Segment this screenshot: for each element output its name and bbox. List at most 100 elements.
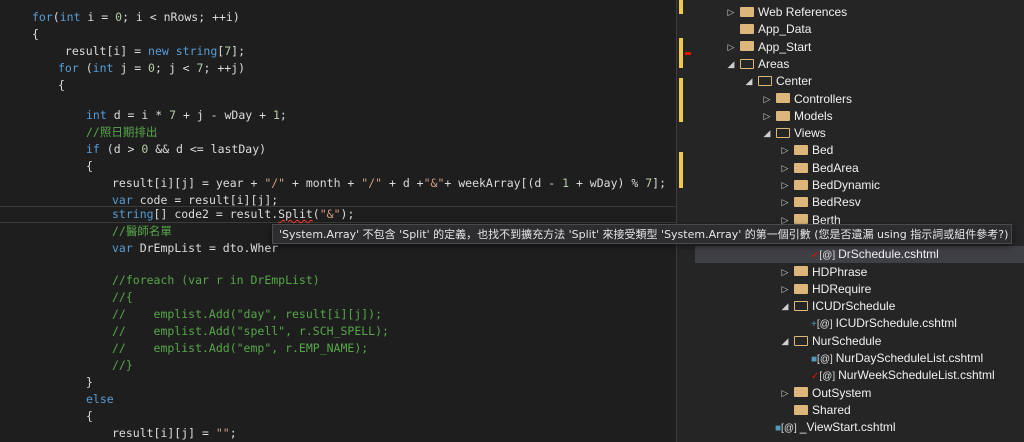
tree-node[interactable]: ▷ HDRequire bbox=[779, 281, 872, 298]
code-token: string bbox=[175, 44, 218, 58]
tree-node[interactable]: App_Data bbox=[725, 21, 811, 38]
tree-node[interactable]: ■[@] NurDayScheduleList.cshtml bbox=[797, 350, 983, 367]
tree-node-label: Views bbox=[794, 126, 826, 141]
scroll-marker bbox=[679, 78, 683, 122]
code-line[interactable]: else bbox=[0, 391, 676, 408]
code-line[interactable]: result[i][j] = ""; bbox=[0, 425, 676, 442]
folder-icon bbox=[776, 110, 790, 121]
code-token: { bbox=[86, 409, 93, 423]
code-line[interactable]: { bbox=[0, 26, 676, 43]
tree-node[interactable]: ◢ NurSchedule bbox=[779, 333, 882, 350]
code-token: //照日期排出 bbox=[86, 125, 158, 139]
code-token: 7 bbox=[169, 108, 177, 122]
tree-node-label: Areas bbox=[758, 56, 790, 71]
tree-node-label: Shared bbox=[812, 402, 851, 417]
code-token: result[i][j] = bbox=[112, 426, 216, 440]
tree-node[interactable]: ✓[@] DrSchedule.cshtml bbox=[695, 246, 1024, 264]
folder-icon bbox=[794, 162, 808, 173]
collapse-arrow-icon[interactable]: ▷ bbox=[779, 142, 791, 159]
code-line[interactable]: string[] code2 = result.Split("&"); bbox=[0, 206, 676, 223]
code-line[interactable]: } bbox=[0, 374, 676, 391]
tree-node[interactable]: ▷ BedResv bbox=[779, 194, 861, 211]
code-editor[interactable]: for(int i = 0; i < nRows; ++i){ result[i… bbox=[0, 0, 676, 442]
code-token: 0 bbox=[148, 61, 155, 75]
code-line[interactable]: //} bbox=[0, 357, 676, 374]
code-line[interactable]: int d = i * 7 + j - wDay + 1; bbox=[0, 107, 676, 124]
tree-node[interactable]: ◢ Areas bbox=[725, 56, 790, 73]
expand-arrow-icon[interactable]: ◢ bbox=[761, 125, 773, 142]
collapse-arrow-icon[interactable]: ▷ bbox=[779, 160, 791, 177]
code-token: 1 bbox=[562, 176, 570, 190]
code-token: + wDay) % bbox=[569, 176, 646, 190]
collapse-arrow-icon[interactable]: ▷ bbox=[779, 264, 791, 281]
tree-node-label: Controllers bbox=[794, 91, 853, 106]
code-token: && d <= lastDay) bbox=[148, 142, 267, 156]
tree-node[interactable]: ▷ Bed bbox=[779, 142, 834, 159]
tree-node-label: HDRequire bbox=[812, 281, 872, 296]
tree-node[interactable]: ◢ Center bbox=[743, 73, 813, 90]
tree-node-label: NurDayScheduleList.cshtml bbox=[835, 351, 984, 365]
tree-node[interactable]: ◢ ICUDrSchedule bbox=[779, 298, 896, 315]
expand-arrow-icon[interactable]: ◢ bbox=[725, 56, 737, 73]
tree-node-label: NurSchedule bbox=[812, 333, 882, 348]
tree-node[interactable]: ■[@] _ViewStart.cshtml bbox=[761, 419, 896, 436]
folder-icon bbox=[794, 266, 808, 277]
folder-icon bbox=[794, 197, 808, 208]
tree-node[interactable]: ▷ HDPhrase bbox=[779, 264, 868, 281]
collapse-arrow-icon[interactable]: ▷ bbox=[761, 91, 773, 108]
collapse-arrow-icon[interactable]: ▷ bbox=[779, 177, 791, 194]
cshtml-file-icon: ■[@] bbox=[775, 423, 797, 435]
tree-node[interactable]: ▷ BedArea bbox=[779, 160, 859, 177]
tree-node[interactable]: ▷ Web References bbox=[725, 4, 848, 21]
collapse-arrow-icon[interactable]: ▷ bbox=[761, 108, 773, 125]
tree-node[interactable]: ▷ OutSystem bbox=[779, 385, 872, 402]
code-token: "" bbox=[215, 426, 230, 440]
code-line[interactable]: { bbox=[0, 77, 676, 94]
tree-node[interactable]: ▷ BedDynamic bbox=[779, 177, 881, 194]
tree-node[interactable]: ▷ App_Start bbox=[725, 39, 812, 56]
solution-explorer[interactable]: ▷ Web References App_Data ▷ App_Start ◢ Areas ◢… bbox=[695, 0, 1024, 442]
tree-node-label: BedArea bbox=[812, 160, 859, 175]
code-token: (d > bbox=[99, 142, 142, 156]
cshtml-file-icon: ✓[@] bbox=[811, 250, 836, 262]
code-token: Split bbox=[278, 207, 313, 221]
code-token: j = bbox=[113, 61, 149, 75]
collapse-arrow-icon[interactable]: ▷ bbox=[725, 4, 737, 21]
code-token: // emplist.Add("emp", r.EMP_NAME); bbox=[112, 341, 369, 355]
expand-arrow-icon[interactable]: ◢ bbox=[779, 333, 791, 350]
code-token: ; i < nRows; ++i) bbox=[122, 10, 240, 24]
folder-icon bbox=[794, 300, 808, 311]
tree-node[interactable]: +[@] ICUDrSchedule.cshtml bbox=[797, 315, 957, 332]
editor-scrollbar[interactable] bbox=[676, 0, 695, 442]
code-line[interactable]: if (d > 0 && d <= lastDay) bbox=[0, 141, 676, 158]
collapse-arrow-icon[interactable]: ▷ bbox=[779, 385, 791, 402]
expand-arrow-icon[interactable]: ◢ bbox=[743, 73, 755, 90]
code-line[interactable]: //foreach (var r in DrEmpList) bbox=[0, 272, 676, 289]
tree-node[interactable]: ◢ Views bbox=[761, 125, 826, 142]
expand-arrow-icon[interactable]: ◢ bbox=[779, 298, 791, 315]
code-line[interactable]: { bbox=[0, 408, 676, 425]
code-line[interactable]: // emplist.Add("emp", r.EMP_NAME); bbox=[0, 340, 676, 357]
tree-node[interactable]: ▷ Models bbox=[761, 108, 833, 125]
code-line[interactable]: result[i][j] = year + "/" + month + "/" … bbox=[0, 175, 676, 192]
tree-node[interactable]: ✓[@] NurWeekScheduleList.cshtml bbox=[797, 367, 995, 384]
folder-icon bbox=[758, 76, 772, 87]
code-line[interactable]: // emplist.Add("spell", r.SCH_SPELL); bbox=[0, 323, 676, 340]
tree-node-label: App_Data bbox=[758, 22, 812, 37]
code-line[interactable]: result[i] = new string[7]; bbox=[0, 43, 676, 60]
collapse-arrow-icon[interactable]: ▷ bbox=[725, 39, 737, 56]
collapse-arrow-icon[interactable]: ▷ bbox=[779, 281, 791, 298]
code-line[interactable]: // emplist.Add("day", result[i][j]); bbox=[0, 306, 676, 323]
folder-icon bbox=[776, 93, 790, 104]
code-line[interactable]: //{ bbox=[0, 289, 676, 306]
cshtml-file-icon: ■[@] bbox=[811, 354, 833, 365]
tree-node[interactable]: Shared bbox=[779, 402, 851, 419]
code-token: code = result[i][j]; bbox=[132, 193, 279, 207]
code-line[interactable]: //照日期排出 bbox=[0, 124, 676, 141]
code-line[interactable]: { bbox=[0, 158, 676, 175]
code-line[interactable]: for(int i = 0; i < nRows; ++i) bbox=[0, 9, 676, 26]
collapse-arrow-icon[interactable]: ▷ bbox=[779, 194, 791, 211]
tree-node[interactable]: ▷ Controllers bbox=[761, 91, 853, 108]
tree-node-label: BedResv bbox=[812, 195, 861, 210]
code-line[interactable]: for (int j = 0; j < 7; ++j) bbox=[0, 60, 676, 77]
